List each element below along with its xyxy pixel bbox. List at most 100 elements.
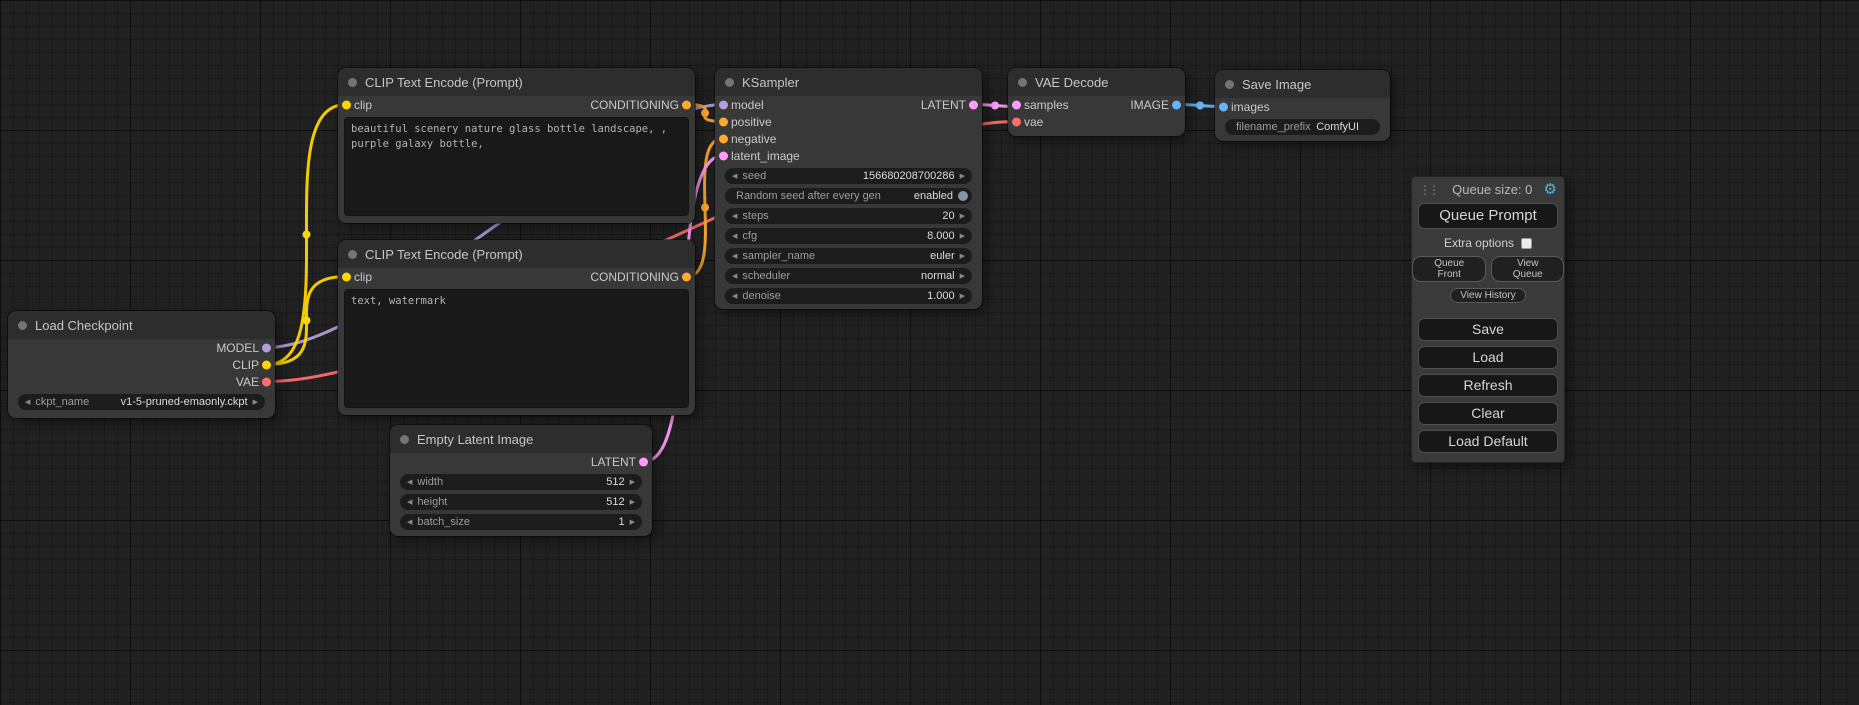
node-clip-text-encode-negative[interactable]: CLIP Text Encode (Prompt) clip CONDITION…	[338, 240, 695, 415]
model-output-dot[interactable]	[262, 343, 271, 352]
node-title-bar[interactable]: Save Image	[1215, 70, 1390, 98]
input-slot-images: images	[1215, 98, 1390, 115]
collapse-dot-icon[interactable]	[400, 435, 409, 444]
link-midpoint-dot	[1196, 102, 1204, 110]
next-value-arrow-icon[interactable]	[630, 519, 635, 526]
widget-sampler-name[interactable]: sampler_name euler	[725, 248, 972, 264]
node-graph-canvas[interactable]: Load Checkpoint MODEL CLIP VAE ckpt_name…	[0, 0, 1859, 705]
collapse-dot-icon[interactable]	[348, 78, 357, 87]
next-value-arrow-icon[interactable]	[630, 499, 635, 506]
widget-height[interactable]: height 512	[400, 494, 642, 510]
next-value-arrow-icon[interactable]	[960, 233, 965, 240]
extra-options-checkbox[interactable]	[1521, 238, 1532, 249]
conditioning-output-dot[interactable]	[682, 100, 691, 109]
refresh-button[interactable]: Refresh	[1418, 374, 1558, 397]
node-title-bar[interactable]: KSampler	[715, 68, 982, 96]
prev-value-arrow-icon[interactable]	[407, 519, 412, 526]
prev-value-arrow-icon[interactable]	[732, 293, 737, 300]
widget-scheduler[interactable]: scheduler normal	[725, 268, 972, 284]
node-save-image[interactable]: Save Image images filename_prefix ComfyU…	[1215, 70, 1390, 141]
slot-label: images	[1231, 100, 1270, 114]
negative-input-dot[interactable]	[719, 134, 728, 143]
queue-prompt-button[interactable]: Queue Prompt	[1418, 203, 1558, 229]
collapse-dot-icon[interactable]	[1225, 80, 1234, 89]
queue-front-button[interactable]: Queue Front	[1412, 256, 1486, 282]
slot-row: clip CONDITIONING	[338, 268, 695, 285]
history-row: View History	[1412, 288, 1564, 303]
node-empty-latent-image[interactable]: Empty Latent Image LATENT width 512 heig…	[390, 425, 652, 536]
collapse-dot-icon[interactable]	[18, 321, 27, 330]
next-value-arrow-icon[interactable]	[960, 173, 965, 180]
view-history-button[interactable]: View History	[1450, 288, 1525, 303]
next-value-arrow-icon[interactable]	[960, 253, 965, 260]
collapse-dot-icon[interactable]	[1018, 78, 1027, 87]
model-input-dot[interactable]	[719, 100, 728, 109]
view-queue-button[interactable]: View Queue	[1491, 256, 1564, 282]
next-value-arrow-icon[interactable]	[960, 213, 965, 220]
collapse-dot-icon[interactable]	[725, 78, 734, 87]
node-title-bar[interactable]: CLIP Text Encode (Prompt)	[338, 68, 695, 96]
next-value-arrow-icon[interactable]	[253, 399, 258, 406]
collapse-dot-icon[interactable]	[348, 250, 357, 259]
positive-input-dot[interactable]	[719, 117, 728, 126]
widget-seed[interactable]: seed 156680208700286	[725, 168, 972, 184]
node-title-bar[interactable]: CLIP Text Encode (Prompt)	[338, 240, 695, 268]
node-ksampler[interactable]: KSampler model LATENT positive negative …	[715, 68, 982, 309]
link-midpoint-dot	[701, 109, 709, 117]
node-vae-decode[interactable]: VAE Decode samples IMAGE vae	[1008, 68, 1185, 136]
node-clip-text-encode-positive[interactable]: CLIP Text Encode (Prompt) clip CONDITION…	[338, 68, 695, 223]
widget-cfg[interactable]: cfg 8.000	[725, 228, 972, 244]
widget-steps[interactable]: steps 20	[725, 208, 972, 224]
samples-input-dot[interactable]	[1012, 100, 1021, 109]
next-value-arrow-icon[interactable]	[960, 273, 965, 280]
widget-ckpt-name[interactable]: ckpt_name v1-5-pruned-emaonly.ckpt	[18, 394, 265, 410]
save-button[interactable]: Save	[1418, 318, 1558, 341]
negative-prompt-textarea[interactable]: text, watermark	[344, 289, 689, 408]
slot-label: clip	[354, 270, 372, 284]
prev-value-arrow-icon[interactable]	[407, 479, 412, 486]
clip-output-dot[interactable]	[262, 360, 271, 369]
latent-image-input-dot[interactable]	[719, 151, 728, 160]
prev-value-arrow-icon[interactable]	[732, 233, 737, 240]
conditioning-output-dot[interactable]	[682, 272, 691, 281]
load-default-button[interactable]: Load Default	[1418, 430, 1558, 453]
node-title-bar[interactable]: Load Checkpoint	[8, 311, 275, 339]
node-title-bar[interactable]: VAE Decode	[1008, 68, 1185, 96]
prev-value-arrow-icon[interactable]	[25, 399, 30, 406]
node-title: CLIP Text Encode (Prompt)	[365, 247, 523, 262]
settings-gear-icon[interactable]	[1544, 182, 1557, 197]
next-value-arrow-icon[interactable]	[960, 293, 965, 300]
images-input-dot[interactable]	[1219, 102, 1228, 111]
widget-batch-size[interactable]: batch_size 1	[400, 514, 642, 530]
image-output-dot[interactable]	[1172, 100, 1181, 109]
input-slot-vae: vae	[1008, 113, 1185, 130]
widget-random-seed-toggle[interactable]: Random seed after every gen enabled	[725, 188, 972, 204]
vae-input-dot[interactable]	[1012, 117, 1021, 126]
toggle-knob-icon[interactable]	[958, 191, 968, 201]
load-button[interactable]: Load	[1418, 346, 1558, 369]
prev-value-arrow-icon[interactable]	[732, 253, 737, 260]
prev-value-arrow-icon[interactable]	[732, 213, 737, 220]
latent-output-dot[interactable]	[639, 457, 648, 466]
input-slot-positive: positive	[715, 113, 982, 130]
vae-output-dot[interactable]	[262, 377, 271, 386]
widget-filename-prefix[interactable]: filename_prefix ComfyUI	[1225, 119, 1380, 135]
prev-value-arrow-icon[interactable]	[407, 499, 412, 506]
prev-value-arrow-icon[interactable]	[732, 273, 737, 280]
latent-output-dot[interactable]	[969, 100, 978, 109]
clip-input-dot[interactable]	[342, 100, 351, 109]
slot-label: CONDITIONING	[590, 270, 679, 284]
node-title-bar[interactable]: Empty Latent Image	[390, 425, 652, 453]
extra-options-label: Extra options	[1444, 236, 1514, 250]
clear-button[interactable]: Clear	[1418, 402, 1558, 425]
prev-value-arrow-icon[interactable]	[732, 173, 737, 180]
next-value-arrow-icon[interactable]	[630, 479, 635, 486]
widget-denoise[interactable]: denoise 1.000	[725, 288, 972, 304]
node-load-checkpoint[interactable]: Load Checkpoint MODEL CLIP VAE ckpt_name…	[8, 311, 275, 418]
drag-handle-icon[interactable]	[1419, 183, 1441, 197]
queue-actions-row: Queue Front View Queue	[1412, 256, 1564, 282]
output-slot-latent: LATENT	[390, 453, 652, 470]
positive-prompt-textarea[interactable]: beautiful scenery nature glass bottle la…	[344, 117, 689, 216]
widget-width[interactable]: width 512	[400, 474, 642, 490]
clip-input-dot[interactable]	[342, 272, 351, 281]
